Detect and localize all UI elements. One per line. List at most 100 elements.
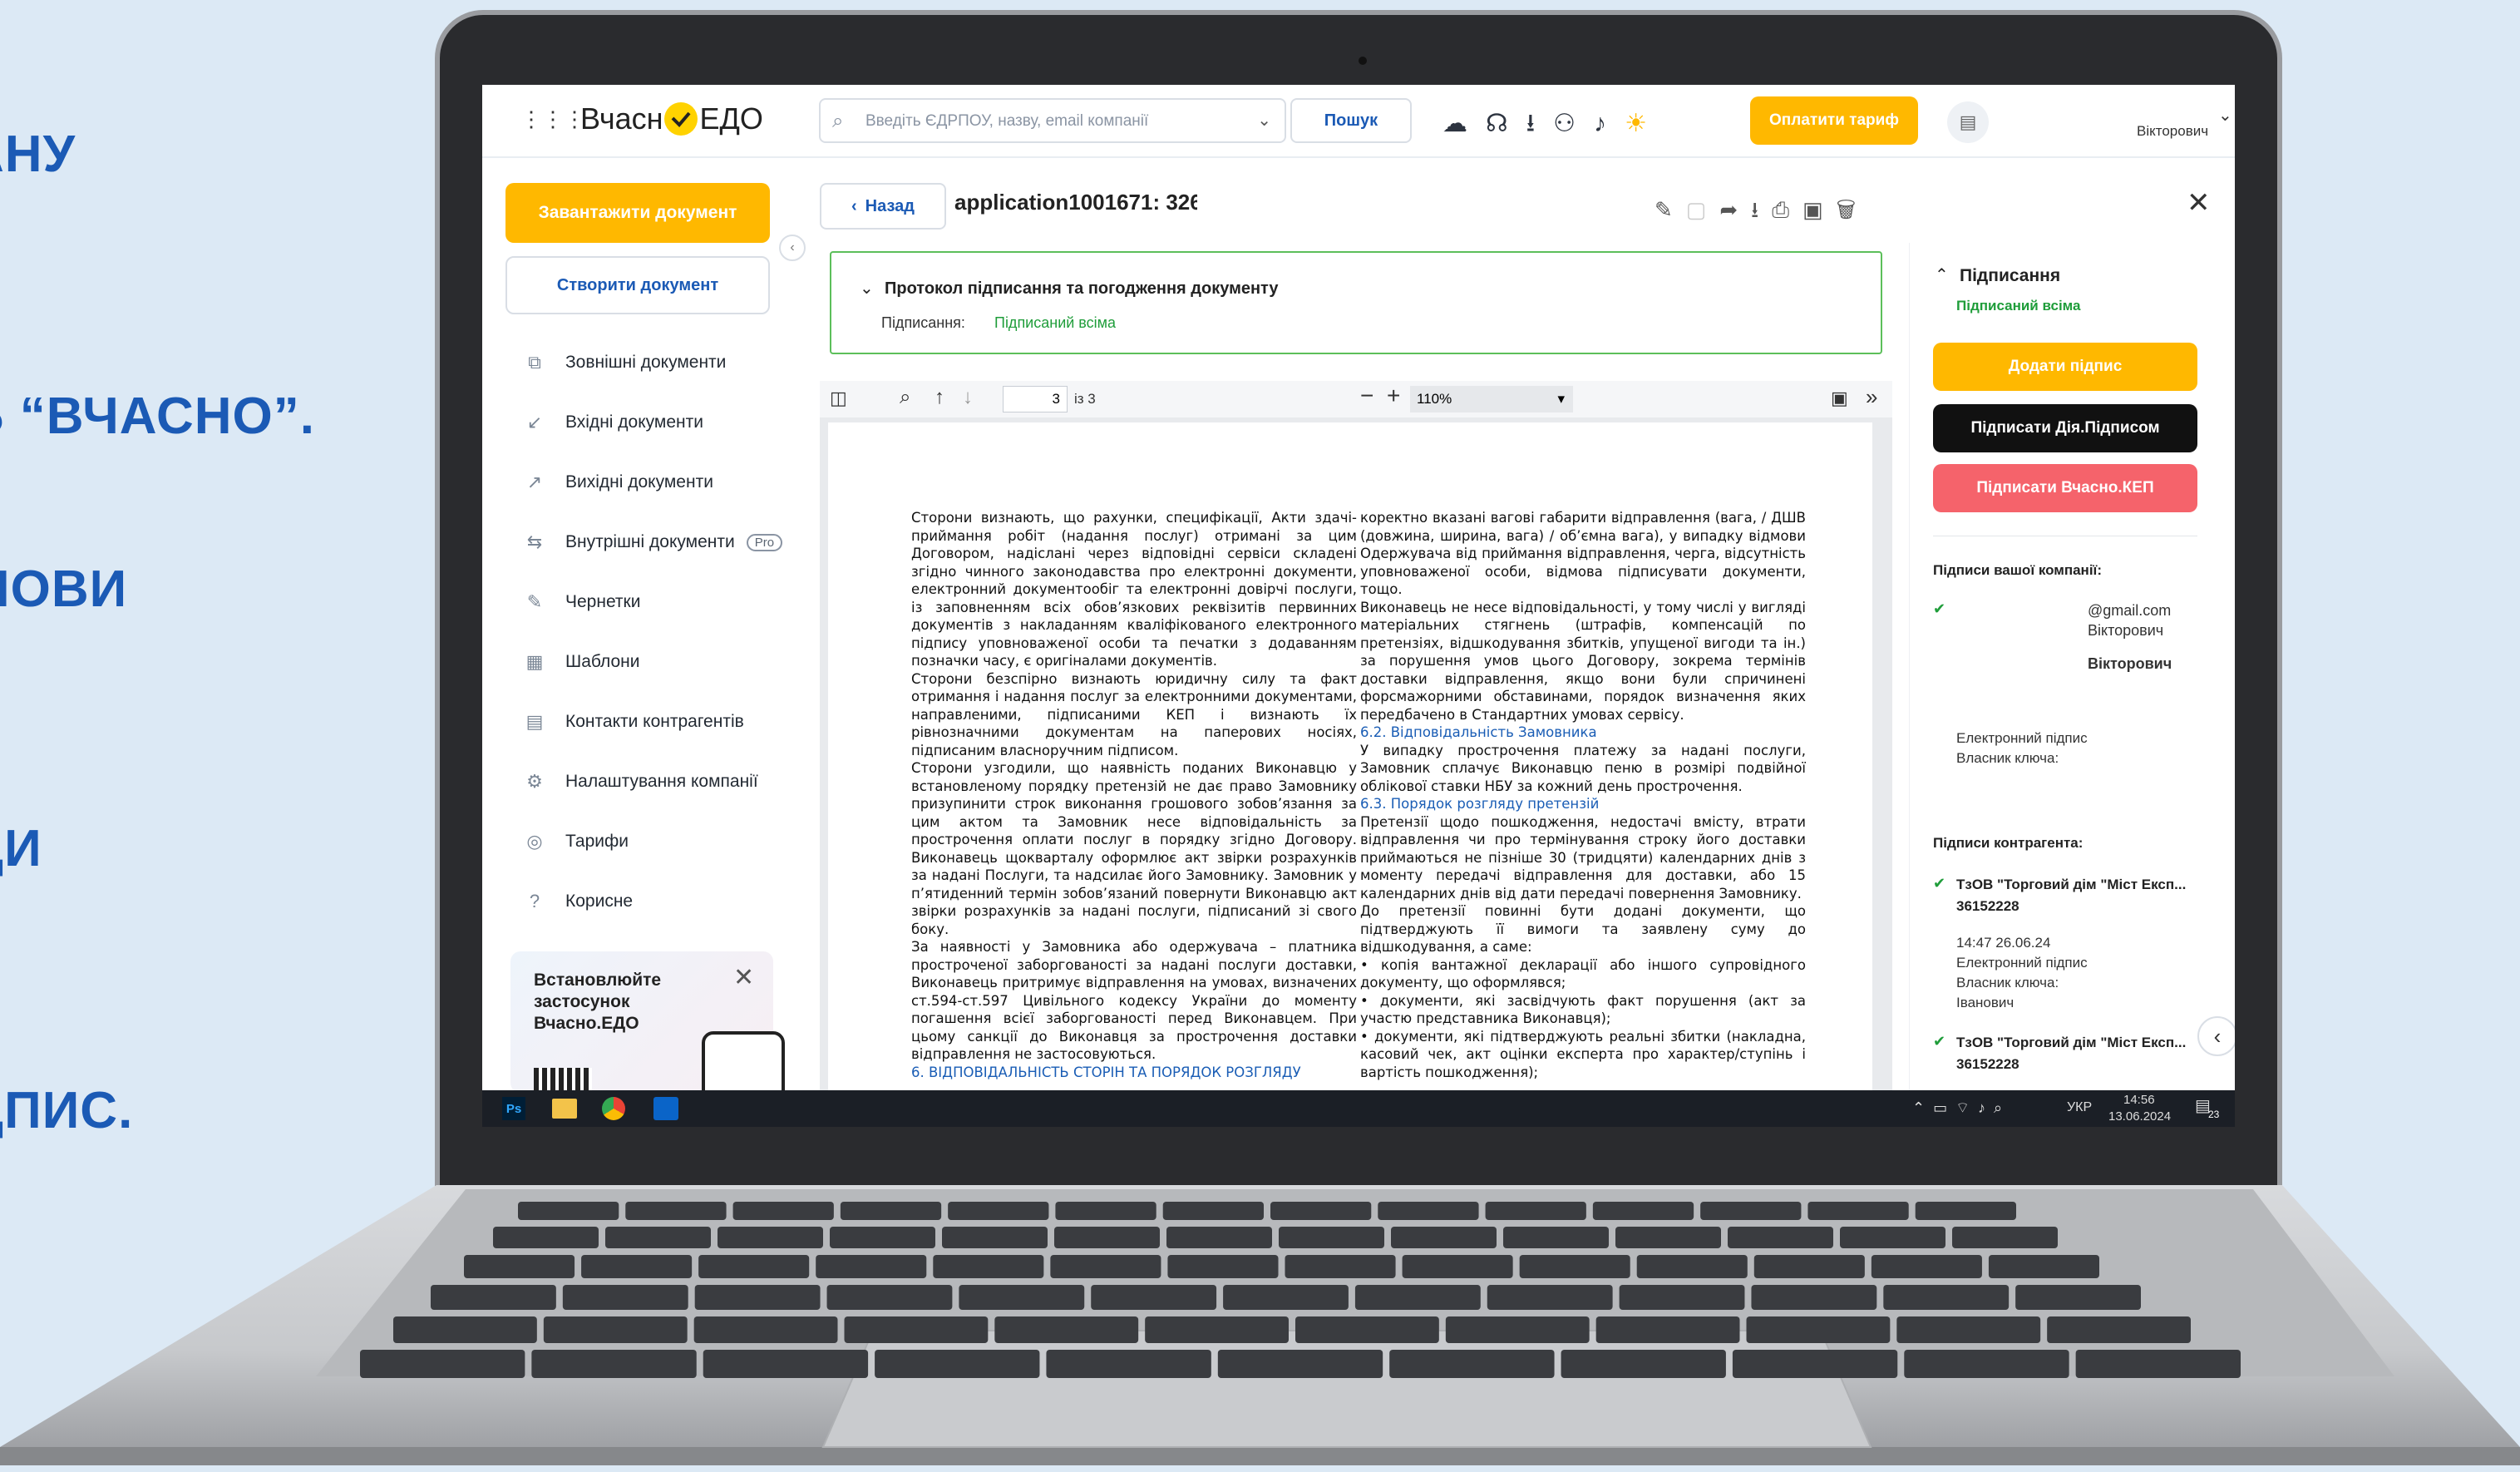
sidebar-item-templates[interactable]: ▦ Шаблони [524,645,640,679]
sidebar-item-incoming[interactable]: ↙ Вхідні документи [524,406,703,439]
sidebar-item-useful[interactable]: ? Корисне [524,885,633,918]
company-avatar[interactable]: ▤ [1947,101,1989,143]
back-button[interactable]: ‹ Назад [820,183,946,230]
file-explorer-icon[interactable] [552,1099,577,1119]
outlook-icon[interactable] [653,1097,678,1120]
keyboard-key [360,1350,525,1378]
sidebar-item-outgoing[interactable]: ↗ Вихідні документи [524,466,713,499]
zoom-in-icon[interactable]: + [1387,383,1400,409]
keyboard-key [1896,1316,2041,1343]
sidebar-item-external[interactable]: ⧉ Зовнішні документи [524,346,726,379]
more-tools-icon[interactable]: » [1866,384,1877,410]
pdf-right-column: коректно вказані вагові габарити відправ… [1360,509,1806,1081]
find-icon[interactable]: ⌕ [900,386,910,409]
add-signature-button[interactable]: Додати підпис [1933,343,2197,391]
sign-vchasno-button[interactable]: Підписати Вчасно.КЕП [1933,464,2197,512]
close-promo-icon[interactable]: ✕ [733,963,754,992]
chevron-left-icon: ‹ [851,196,857,215]
chevron-up-icon[interactable]: ⌃ [1935,264,1949,285]
pdf-paragraph: Сторони безспірно визнають юридичну силу… [911,670,1357,758]
zoom-select[interactable]: 110% ▾ [1410,386,1573,412]
sidebar-toggle-icon[interactable]: ◫ [830,388,847,409]
protocol-label: Підписання: [881,314,965,331]
download-icon[interactable]: ⭳ [1526,110,1554,137]
apps-grid-icon[interactable]: ⋮⋮⋮ [520,106,585,131]
promo-line-1: АНУ [0,126,76,183]
add-user-icon[interactable]: ⚇ [1553,110,1594,137]
pay-tariff-button[interactable]: Оплатити тариф [1750,96,1918,145]
keyboard-key [933,1255,1044,1278]
keyboard-key [1746,1316,1891,1343]
download-icon[interactable]: ⭳ [1751,197,1772,222]
expand-panel-icon[interactable]: ‹ [2197,1016,2235,1056]
chat-icon[interactable]: ☁ [1442,110,1486,137]
keyboard-key [698,1255,810,1278]
pdf-paragraph: • документи, які підтверджують реальні з… [1360,1028,1806,1080]
theme-sun-icon[interactable]: ☀ [1625,110,1665,137]
sidebar-item-drafts[interactable]: ✎ Чернетки [524,585,641,619]
delete-icon[interactable]: 🗑 [1837,197,1869,222]
user-name[interactable]: Вікторович [2137,123,2208,140]
sidebar-item-tariffs[interactable]: ◎ Тарифи [524,825,629,858]
keyboard-language[interactable]: УКР [2067,1100,2092,1115]
create-document-button[interactable]: Створити документ [505,256,770,314]
presentation-icon[interactable]: ▣ [1831,388,1848,409]
keyboard-key [1167,1255,1279,1278]
keyboard-key [431,1285,556,1310]
keyboard-key [1391,1227,1497,1248]
sidebar-item-contacts[interactable]: ▤ Контакти контрагентів [524,705,744,738]
keyboard-key [1636,1255,1748,1278]
close-icon[interactable]: ✕ [2187,186,2211,220]
keyboard-key [1807,1202,1909,1220]
share-icon[interactable]: ➦ [1719,197,1751,222]
pdf-paragraph: За наявності у Замовника або одержувача … [911,939,1357,1062]
keyboard-key [1732,1350,1898,1378]
logo[interactable]: Вчасн ЕДО [580,101,763,136]
keyboard-key [959,1285,1085,1310]
chevron-down-icon[interactable]: ⌄ [860,278,874,299]
sign-diia-button[interactable]: Підписати Дія.Підписом [1933,404,2197,452]
keyboard-key [1915,1202,2016,1220]
photoshop-app-icon[interactable]: Ps [502,1097,525,1120]
toolbar-icons: ☁☊⭳⚇♪☀ [1442,105,1665,147]
counterparty-title: Підписи контрагента: [1933,835,2084,851]
upload-document-button[interactable]: Завантажити документ [505,183,770,243]
keyboard-key [1751,1285,1877,1310]
keyboard-key [703,1350,869,1378]
tray-icons[interactable]: ⌃▭⌔♪⌕ [1912,1099,2010,1118]
protocol-status: Підписаний всіма [994,314,1117,331]
prev-page-icon[interactable]: ↑ [935,386,944,409]
sidebar-item-label: Вихідні документи [565,472,713,491]
keyboard-key [844,1316,989,1343]
sidebar-item-settings[interactable]: ⚙ Налаштування компанії [524,765,758,798]
logo-check-icon [664,102,698,136]
pdf-viewer: Сторони визнають, що рахунки, специфікац… [820,417,1892,1104]
comment-icon[interactable]: ▢ [1686,197,1720,222]
search-input[interactable]: ⌕ Введіть ЄДРПОУ, назву, email компанії … [819,98,1286,143]
signing-panel: ⌃ Підписання Підписаний всіма Додати під… [1909,243,2235,1090]
page-number-input[interactable]: 3 [1003,386,1068,412]
counterparty-1-name: ТзОВ "Торговий дім "Міст Експ... [1956,877,2187,892]
chrome-icon[interactable] [602,1097,625,1120]
zoom-out-icon[interactable]: − [1360,383,1373,409]
sidebar-item-internal[interactable]: ⇆ Внутрішні документи Pro [524,526,783,559]
search-button[interactable]: Пошук [1290,98,1412,143]
protocol-box[interactable]: ⌄ Протокол підписання та погодження доку… [830,251,1882,354]
keyboard-key [693,1316,838,1343]
bell-icon[interactable]: ♪ [1594,110,1625,137]
save-icon[interactable]: ▣ [1802,197,1837,222]
next-page-icon[interactable]: ↓ [963,386,973,409]
chevron-down-icon[interactable]: ⌄ [1257,110,1271,131]
incoming-arrow-icon: ↙ [526,412,543,432]
keyboard-key [1279,1227,1384,1248]
headset-icon[interactable]: ☊ [1486,110,1526,137]
screen: ⋮⋮⋮ Вчасн ЕДО ⌕ Введіть ЄДРПОУ, назву, e… [482,85,2235,1127]
edit-icon[interactable]: ✎ [1655,197,1686,222]
sidebar-item-label: Чернетки [565,592,641,611]
user-menu-chevron-icon[interactable]: ⌄ [2218,105,2232,126]
counterparty-1-time: 14:47 26.06.24 [1956,935,2051,951]
collapse-sidebar-icon[interactable]: ‹ [779,235,806,261]
pdf-paragraph: Виконавець не несе відповідальності, у т… [1360,599,1806,723]
print-icon[interactable]: ⎙ [1772,197,1802,222]
keyboard-key [694,1285,821,1310]
